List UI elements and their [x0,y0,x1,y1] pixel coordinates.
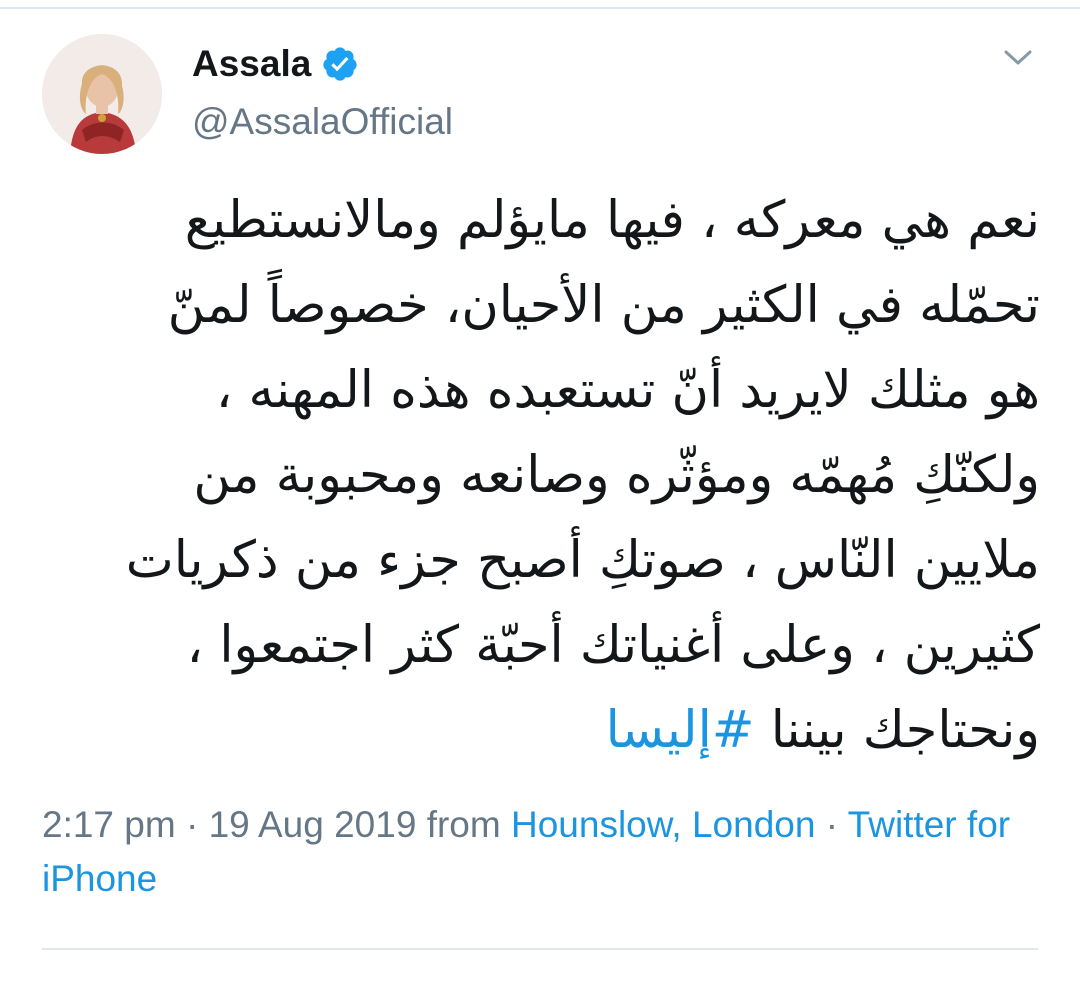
chevron-down-icon [1003,48,1033,73]
avatar[interactable] [42,34,162,154]
tweet-last-line-text: ونحتاجك بيننا [754,701,1040,760]
tweet-line: كثيرين ، وعلى أغنياتك أحبّة كثر اجتمعوا … [186,616,1040,675]
tweet-line: تحمّله في الكثير من الأحيان، خصوصاً لمنّ [167,276,1040,335]
from-label: from [416,804,511,845]
tweet-last-line: ونحتاجك بيننا #إليسا [40,688,1040,773]
hashtag-link[interactable]: #إليسا [606,701,755,760]
user-handle[interactable]: @AssalaOfficial [192,94,892,150]
name-row: Assala [192,38,892,90]
tweet-metadata: 2:17 pm · 19 Aug 2019 from Hounslow, Lon… [42,798,1022,906]
display-name[interactable]: Assala [192,38,311,90]
tweet-header: Assala @AssalaOfficial [42,34,1042,156]
tweet-line: ولكنّكِ مُهمّه ومؤثّره وصانعه ومحبوبة من [193,446,1040,505]
tweet-time[interactable]: 2:17 pm [42,804,176,845]
meta-separator: · [815,804,848,845]
top-divider [0,7,1080,9]
tweet-date[interactable]: 19 Aug 2019 [209,804,417,845]
tweet-line: هو مثلك لايريد أنّ تستعبده هذه المهنه ، [215,361,1040,420]
tweet-menu-button[interactable] [1000,42,1036,78]
location-link[interactable]: Hounslow, London [511,804,815,845]
tweet-text: نعم هي معركه ، فيها مايؤلم ومالانستطيع ت… [40,178,1040,773]
meta-separator: · [175,804,209,845]
tweet-line: نعم هي معركه ، فيها مايؤلم ومالانستطيع [184,191,1040,250]
bottom-divider [42,948,1038,950]
user-block: Assala @AssalaOfficial [192,38,892,150]
verified-badge-icon [321,45,359,83]
tweet-line: ملايين النّاس ، صوتكِ أصبح جزء من ذكريات [125,531,1040,590]
